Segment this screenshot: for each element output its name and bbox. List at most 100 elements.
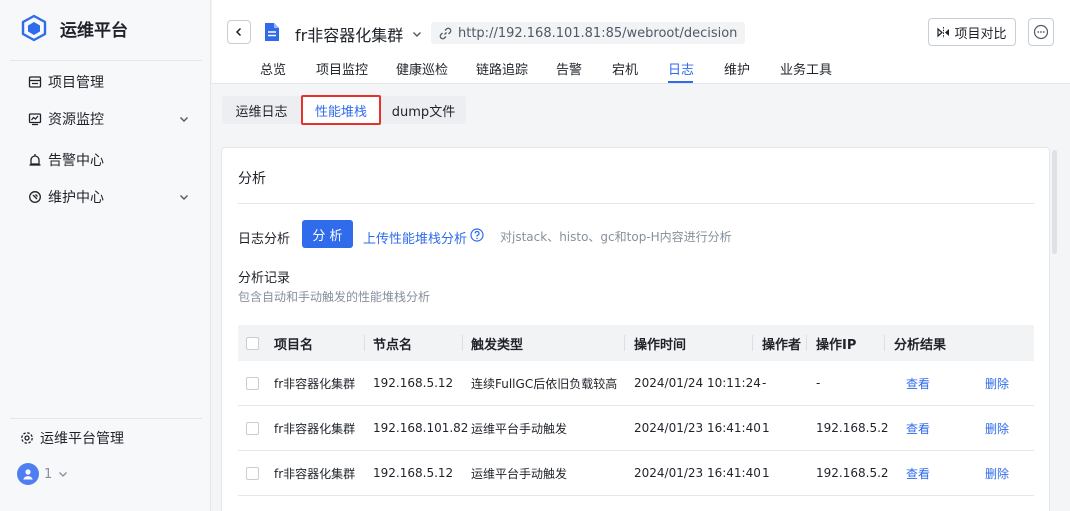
delete-link[interactable]: 删除 xyxy=(985,361,1009,405)
cell-ip: 192.168.5.2 xyxy=(816,466,889,480)
delete-link[interactable]: 删除 xyxy=(985,451,1009,495)
analysis-records-table: 项目名 节点名 触发类型 操作时间 操作者 操作IP 分析结果 fr非容器化集群… xyxy=(238,325,1034,496)
back-button[interactable] xyxy=(227,20,251,44)
row-select-cell xyxy=(246,451,259,495)
tab-maintenance[interactable]: 维护 xyxy=(724,59,750,78)
sidebar-item-project-management[interactable]: 项目管理 xyxy=(28,70,200,94)
cell-time: 2024/01/23 16:41:40 xyxy=(634,421,761,435)
sidebar-item-label: 资源监控 xyxy=(48,112,104,128)
alarm-icon xyxy=(28,153,42,167)
sidebar-item-maintenance-center[interactable]: 维护中心 xyxy=(28,185,200,209)
subtab-ops-log[interactable]: 运维日志 xyxy=(222,96,301,124)
tab-alarm[interactable]: 告警 xyxy=(556,59,582,78)
delete-link[interactable]: 删除 xyxy=(985,406,1009,450)
subtab-performance-stack[interactable]: 性能堆栈 xyxy=(301,95,381,125)
cell-time: 2024/01/23 16:41:40 xyxy=(634,466,761,480)
platform-admin-label: 运维平台管理 xyxy=(40,431,124,447)
brand[interactable]: 运维平台 xyxy=(20,14,128,42)
row-select-cell xyxy=(246,361,259,405)
subtab-bar: 运维日志 性能堆栈 dump文件 xyxy=(222,95,466,125)
header-node: 节点名 xyxy=(373,337,413,353)
chevron-down-icon xyxy=(178,191,190,203)
row-checkbox[interactable] xyxy=(246,421,259,435)
column-divider xyxy=(624,335,625,351)
tab-downtime[interactable]: 宕机 xyxy=(612,59,638,78)
subtab-label: 运维日志 xyxy=(235,104,288,120)
cell-project: fr非容器化集群 xyxy=(274,421,356,436)
compare-label: 项目对比 xyxy=(954,26,1007,42)
project-selector[interactable]: fr非容器化集群 xyxy=(295,22,423,46)
cell-trigger: 连续FullGC后依旧负载较高 xyxy=(471,376,617,391)
column-divider xyxy=(752,335,753,351)
row-checkbox[interactable] xyxy=(246,466,259,480)
tab-logs[interactable]: 日志 xyxy=(668,59,694,78)
view-link[interactable]: 查看 xyxy=(906,361,930,405)
header-result: 分析结果 xyxy=(894,337,947,353)
upload-stack-analysis-link[interactable]: 上传性能堆栈分析 xyxy=(363,228,467,247)
table-row: fr非容器化集群 192.168.5.12 连续FullGC后依旧负载较高 20… xyxy=(238,361,1034,406)
cell-node: 192.168.5.12 xyxy=(373,376,454,390)
table-row: fr非容器化集群 192.168.101.82 运维平台手动触发 2024/01… xyxy=(238,406,1034,451)
platform-logo-icon xyxy=(20,14,48,42)
link-icon xyxy=(439,27,452,40)
select-all-checkbox[interactable] xyxy=(246,336,259,350)
analyze-button[interactable]: 分 析 xyxy=(302,220,353,248)
panel-scrollbar[interactable] xyxy=(1052,150,1057,254)
project-title: fr非容器化集群 xyxy=(295,26,404,45)
tab-trace[interactable]: 链路追踪 xyxy=(476,59,528,78)
section-divider xyxy=(238,203,1034,204)
sidebar-divider xyxy=(10,418,202,419)
platform-admin-link[interactable]: 运维平台管理 xyxy=(20,428,124,448)
user-count: 1 xyxy=(44,466,53,482)
chevron-left-icon xyxy=(233,26,245,38)
row-checkbox[interactable] xyxy=(246,376,259,390)
cell-node: 192.168.5.12 xyxy=(373,466,454,480)
cell-ip: - xyxy=(816,376,821,390)
header-time: 操作时间 xyxy=(634,337,687,353)
cell-node: 192.168.101.82 xyxy=(373,421,469,435)
project-url[interactable]: http://192.168.101.81:85/webroot/decisio… xyxy=(431,22,746,44)
subtab-label: 性能堆栈 xyxy=(314,104,367,120)
column-divider xyxy=(806,335,807,351)
project-compare-button[interactable]: 项目对比 xyxy=(928,18,1016,46)
maintenance-icon xyxy=(28,190,42,204)
more-icon xyxy=(1033,24,1049,40)
cell-operator: - xyxy=(762,376,767,390)
header-operator: 操作者 xyxy=(762,337,802,353)
column-divider xyxy=(462,335,463,351)
brand-title: 运维平台 xyxy=(60,20,128,41)
tab-project-monitor[interactable]: 项目监控 xyxy=(316,59,368,78)
user-menu[interactable]: 1 xyxy=(17,463,69,485)
tab-business-tools[interactable]: 业务工具 xyxy=(780,59,832,78)
help-icon[interactable] xyxy=(470,228,484,242)
view-link[interactable]: 查看 xyxy=(906,406,930,450)
subtab-dump-file[interactable]: dump文件 xyxy=(381,96,466,124)
sidebar: 运维平台 项目管理 资源监控 告警中心 维护中心 运维平台管理 1 xyxy=(0,0,211,511)
cell-trigger: 运维平台手动触发 xyxy=(471,421,568,436)
log-analysis-label: 日志分析 xyxy=(238,232,291,247)
monitor-icon xyxy=(28,112,42,126)
table-header: 项目名 节点名 触发类型 操作时间 操作者 操作IP 分析结果 xyxy=(238,325,1034,361)
cell-time: 2024/01/24 10:11:24 xyxy=(634,376,761,390)
chevron-down-icon xyxy=(178,113,190,125)
user-avatar-icon xyxy=(17,463,39,485)
tab-health-check[interactable]: 健康巡检 xyxy=(396,59,448,78)
compare-icon xyxy=(937,26,950,39)
subtab-label: dump文件 xyxy=(391,104,456,120)
row-select-cell xyxy=(246,406,259,450)
header-trigger: 触发类型 xyxy=(471,337,524,353)
more-button[interactable] xyxy=(1028,18,1054,46)
sidebar-item-label: 告警中心 xyxy=(48,153,104,169)
sidebar-item-alarm-center[interactable]: 告警中心 xyxy=(28,148,200,172)
active-tab-indicator xyxy=(668,81,693,83)
view-link[interactable]: 查看 xyxy=(906,451,930,495)
cell-operator: 1 xyxy=(762,466,770,480)
cell-operator: 1 xyxy=(762,421,770,435)
tab-overview[interactable]: 总览 xyxy=(260,59,286,78)
sidebar-item-resource-monitor[interactable]: 资源监控 xyxy=(28,107,200,131)
header-ip: 操作IP xyxy=(816,337,857,353)
section-title: 分析 xyxy=(238,171,266,187)
document-icon xyxy=(263,22,281,42)
cell-project: fr非容器化集群 xyxy=(274,466,356,481)
analysis-hint: 对jstack、histo、gc和top-H内容进行分析 xyxy=(500,230,732,244)
